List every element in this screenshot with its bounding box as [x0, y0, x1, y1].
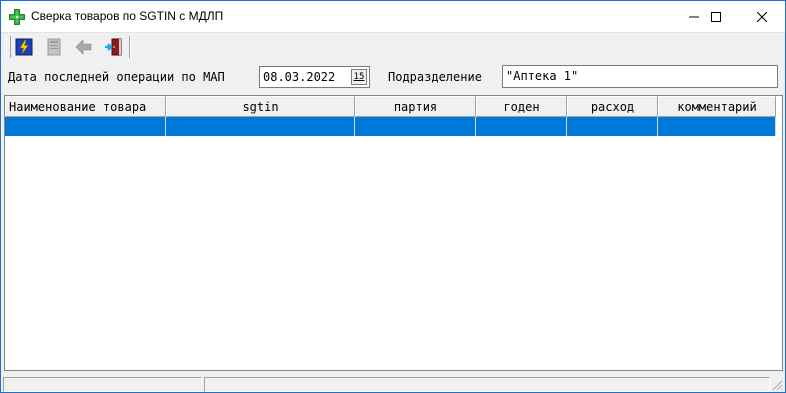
- status-bar: [1, 375, 785, 392]
- date-value: 08.03.2022: [263, 70, 336, 84]
- table-row[interactable]: [5, 117, 776, 136]
- exit-door-icon: [105, 38, 122, 56]
- green-cross-icon: [9, 9, 25, 25]
- division-label: Подразделение: [388, 70, 482, 84]
- table-cell[interactable]: [166, 117, 355, 136]
- column-header-consumption[interactable]: расход: [567, 96, 658, 117]
- close-icon: [757, 11, 767, 22]
- division-field[interactable]: "Аптека 1": [502, 65, 778, 88]
- toolbar-grip[interactable]: [6, 36, 11, 58]
- exit-button[interactable]: [103, 36, 125, 58]
- table-cell[interactable]: [567, 117, 658, 136]
- resize-grip-icon[interactable]: [771, 379, 783, 391]
- close-button[interactable]: [739, 1, 785, 32]
- grid-header: Наименование товара sgtin партия годен р…: [5, 96, 776, 117]
- column-header-name[interactable]: Наименование товара: [5, 96, 166, 117]
- title-bar[interactable]: Сверка товаров по SGTIN с МДЛП: [1, 1, 785, 32]
- column-header-batch[interactable]: партия: [355, 96, 476, 117]
- lightning-icon: [15, 38, 33, 56]
- sgtin-grid[interactable]: Наименование товара sgtin партия годен р…: [4, 95, 783, 371]
- table-cell[interactable]: [5, 117, 166, 136]
- date-picker[interactable]: 08.03.2022 15: [259, 66, 370, 88]
- app-window: Сверка товаров по SGTIN с МДЛП Дата посл…: [0, 0, 786, 393]
- column-header-expiry[interactable]: годен: [476, 96, 567, 117]
- document-icon: [47, 38, 61, 56]
- status-panel-right: [204, 377, 770, 392]
- column-header-comment[interactable]: комментарий: [658, 96, 776, 117]
- toolbar: [1, 32, 785, 62]
- document-button[interactable]: [43, 36, 65, 58]
- status-panel-left: [3, 377, 202, 392]
- maximize-button[interactable]: [693, 1, 739, 32]
- run-button[interactable]: [13, 36, 35, 58]
- calendar-icon: 15: [353, 72, 365, 82]
- division-value: "Аптека 1": [506, 69, 579, 83]
- table-cell[interactable]: [355, 117, 476, 136]
- window-title: Сверка товаров по SGTIN с МДЛП: [31, 9, 224, 23]
- arrow-left-icon: [75, 39, 92, 55]
- calendar-button[interactable]: 15: [351, 69, 367, 85]
- table-cell[interactable]: [476, 117, 567, 136]
- table-cell[interactable]: [658, 117, 776, 136]
- maximize-icon: [711, 11, 721, 22]
- column-header-sgtin[interactable]: sgtin: [166, 96, 355, 117]
- back-button[interactable]: [73, 36, 95, 58]
- toolbar-separator: [129, 36, 131, 58]
- date-label: Дата последней операции по МАП: [8, 70, 225, 84]
